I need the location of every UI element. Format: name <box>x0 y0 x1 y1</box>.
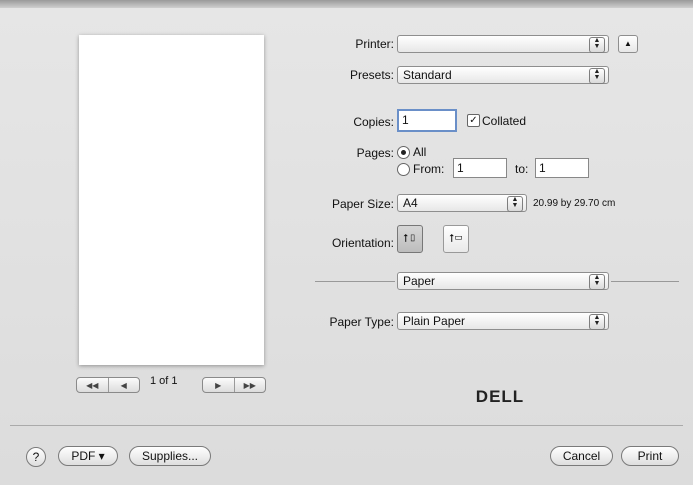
pages-all-radio[interactable] <box>397 146 410 159</box>
orientation-portrait-button[interactable]: ⭡▯ <box>397 225 423 253</box>
title-bar-edge <box>0 0 693 8</box>
section-divider-right <box>611 281 679 282</box>
last-page-button[interactable]: ▶▶ <box>233 378 266 392</box>
presets-label: Presets: <box>349 68 394 82</box>
paper-dimensions: 20.99 by 29.70 cm <box>533 198 616 209</box>
pages-label: Pages: <box>356 146 394 160</box>
dell-logo: DELL <box>475 387 525 406</box>
popup-arrows-icon: ▲ ▼ <box>589 37 605 53</box>
paper-type-value: Plain Paper <box>403 314 466 328</box>
section-value: Paper <box>403 274 436 288</box>
pages-to-input[interactable]: 1 <box>535 158 589 178</box>
paper-size-popup[interactable]: A4 ▲ ▼ <box>397 194 527 212</box>
paper-type-label: Paper Type: <box>329 315 395 329</box>
copies-label: Copies: <box>353 115 394 129</box>
pages-all-label: All <box>413 145 427 159</box>
preview-nav-forward-group: ▶ ▶▶ <box>202 377 266 393</box>
next-page-button[interactable]: ▶ <box>203 378 234 392</box>
orientation-landscape-button[interactable]: ⭡▭ <box>443 225 469 253</box>
disclosure-triangle-icon: ▲ <box>624 39 632 48</box>
printer-label: Printer: <box>355 37 394 51</box>
popup-arrows-icon: ▲ ▼ <box>589 68 605 84</box>
section-divider-left <box>315 281 395 282</box>
presets-value: Standard <box>403 68 452 82</box>
print-button[interactable]: Print <box>621 446 679 466</box>
help-button[interactable]: ? <box>26 447 46 467</box>
page-preview <box>79 35 264 365</box>
paper-size-value: A4 <box>403 196 418 210</box>
pages-to-label: to: <box>515 162 529 176</box>
first-page-button[interactable]: ◀◀ <box>77 378 108 392</box>
supplies-button[interactable]: Supplies... <box>129 446 211 466</box>
collated-checkbox[interactable]: ✓ <box>467 114 480 127</box>
printer-popup[interactable]: ▲ ▼ <box>397 35 609 53</box>
disclosure-button[interactable]: ▲ <box>618 35 638 53</box>
page-indicator: 1 of 1 <box>150 375 178 387</box>
paper-type-popup[interactable]: Plain Paper ▲ ▼ <box>397 312 609 330</box>
paper-size-label: Paper Size: <box>331 197 394 211</box>
landscape-icon: ⭡▭ <box>449 233 463 245</box>
popup-arrows-icon: ▲ ▼ <box>507 196 523 212</box>
pages-from-radio[interactable] <box>397 163 410 176</box>
pdf-button[interactable]: PDF ▾ <box>58 446 118 466</box>
previous-page-button[interactable]: ◀ <box>107 378 140 392</box>
copies-input[interactable]: 1 <box>397 109 457 132</box>
footer-divider <box>10 425 683 426</box>
pages-from-input[interactable]: 1 <box>453 158 507 178</box>
preview-nav-back-group: ◀◀ ◀ <box>76 377 140 393</box>
presets-popup[interactable]: Standard ▲ ▼ <box>397 66 609 84</box>
pages-from-label: From: <box>413 162 445 176</box>
collated-label: Collated <box>482 114 527 128</box>
portrait-icon: ⭡▯ <box>403 233 417 245</box>
section-popup[interactable]: Paper ▲ ▼ <box>397 272 609 290</box>
orientation-label: Orientation: <box>331 236 394 250</box>
cancel-button[interactable]: Cancel <box>550 446 613 466</box>
popup-arrows-icon: ▲ ▼ <box>589 274 605 290</box>
popup-arrows-icon: ▲ ▼ <box>589 314 605 330</box>
print-dialog: ◀◀ ◀ 1 of 1 ▶ ▶▶ Printer: ▲ ▼ ▲ Presets: … <box>0 0 693 485</box>
